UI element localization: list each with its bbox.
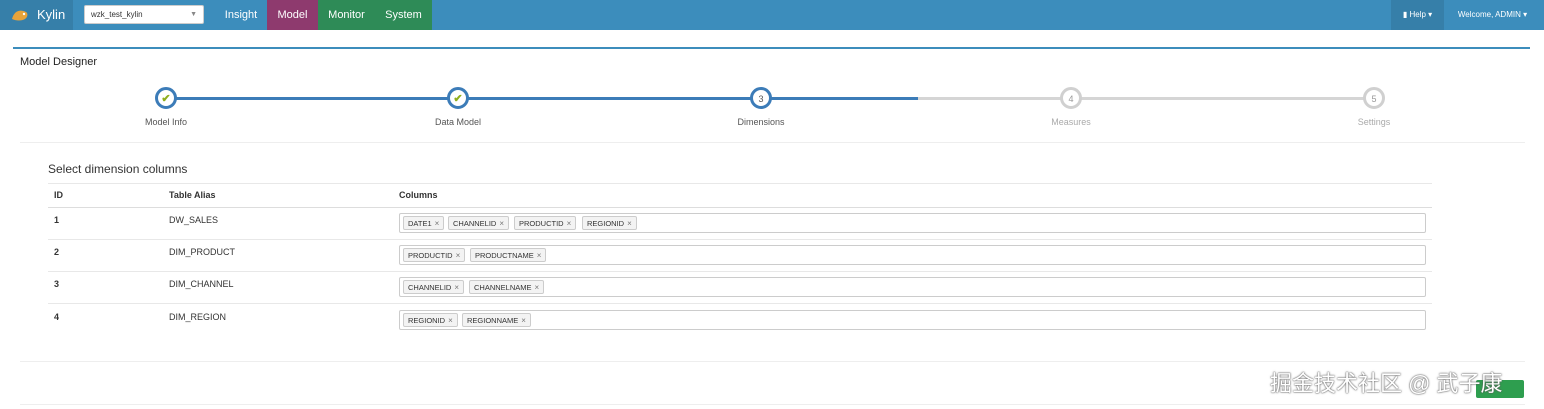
- row-1-columns-input[interactable]: DATE1 × CHANNELID × PRODUCTID × REGIONID ×: [399, 213, 1426, 233]
- column-tag[interactable]: CHANNELID ×: [403, 280, 465, 294]
- step-5-circle[interactable]: 5: [1363, 87, 1385, 109]
- row-4-id: 4: [54, 312, 60, 322]
- column-tag[interactable]: DATE1 ×: [403, 216, 445, 230]
- section-title: Select dimension columns: [48, 162, 188, 176]
- kylin-logo-icon: [12, 10, 28, 21]
- watermark: 掘金技术社区 @ 武子康: [1270, 371, 1503, 396]
- page-title: Model Designer: [20, 56, 98, 68]
- column-tag[interactable]: CHANNELNAME ×: [469, 280, 545, 294]
- header-columns: Columns: [399, 190, 438, 200]
- remove-icon[interactable]: ×: [567, 219, 572, 228]
- remove-icon[interactable]: ×: [627, 219, 632, 228]
- header-table-alias: Table Alias: [169, 190, 216, 200]
- remove-icon[interactable]: ×: [521, 316, 526, 325]
- remove-icon[interactable]: ×: [435, 219, 440, 228]
- step-3-circle[interactable]: 3: [750, 87, 772, 109]
- remove-icon[interactable]: ×: [499, 219, 504, 228]
- welcome-label: Welcome, ADMIN: [1457, 10, 1521, 19]
- caret-down-icon: ▾: [1523, 10, 1528, 19]
- step-1-check-icon[interactable]: ✔: [155, 87, 177, 109]
- tab-model[interactable]: Model: [267, 0, 318, 30]
- row-3-columns-input[interactable]: CHANNELID × CHANNELNAME ×: [399, 277, 1426, 297]
- row-2-id: 2: [54, 247, 60, 257]
- step-2-check-icon[interactable]: ✔: [447, 87, 469, 109]
- tab-monitor[interactable]: Monitor: [318, 0, 375, 30]
- row-2-columns-input[interactable]: PRODUCTID × PRODUCTNAME ×: [399, 245, 1426, 265]
- tab-insight[interactable]: Insight: [215, 0, 267, 30]
- help-menu[interactable]: ▮ Help ▾: [1391, 0, 1444, 30]
- remove-icon[interactable]: ×: [454, 283, 459, 292]
- column-tag[interactable]: PRODUCTID ×: [403, 248, 466, 262]
- user-menu[interactable]: Welcome, ADMIN ▾: [1450, 0, 1535, 30]
- column-tag[interactable]: REGIONNAME ×: [462, 313, 531, 327]
- column-tag[interactable]: REGIONID ×: [403, 313, 458, 327]
- remove-icon[interactable]: ×: [537, 251, 542, 260]
- remove-icon[interactable]: ×: [456, 251, 461, 260]
- tab-system[interactable]: System: [375, 0, 432, 30]
- step-4-label[interactable]: Measures: [1011, 117, 1131, 127]
- column-tag[interactable]: REGIONID ×: [582, 216, 637, 230]
- chevron-down-icon: ▼: [190, 11, 197, 18]
- row-1-alias: DW_SALES: [169, 215, 219, 225]
- column-tag[interactable]: CHANNELID ×: [448, 216, 510, 230]
- brand[interactable]: Kylin: [0, 0, 73, 30]
- column-tag[interactable]: PRODUCTID ×: [514, 216, 577, 230]
- row-3-alias: DIM_CHANNEL: [169, 279, 234, 289]
- stepper-remaining-line: [918, 97, 1374, 100]
- header-id: ID: [54, 190, 63, 200]
- project-select[interactable]: wzk_test_kylin ▼: [84, 5, 204, 24]
- caret-down-icon: ▾: [1428, 10, 1433, 19]
- step-3-label[interactable]: Dimensions: [701, 117, 821, 127]
- row-3-id: 3: [54, 279, 60, 289]
- divider: [20, 361, 1525, 362]
- step-5-label[interactable]: Settings: [1314, 117, 1434, 127]
- step-4-circle[interactable]: 4: [1060, 87, 1082, 109]
- remove-icon[interactable]: ×: [535, 283, 540, 292]
- row-divider: [48, 271, 1432, 272]
- row-divider: [48, 239, 1432, 240]
- column-tag[interactable]: PRODUCTNAME ×: [470, 248, 547, 262]
- row-2-alias: DIM_PRODUCT: [169, 247, 236, 257]
- table-top-border: [48, 183, 1432, 184]
- project-select-value: wzk_test_kylin: [91, 10, 143, 19]
- help-label: Help: [1409, 10, 1426, 19]
- row-divider: [48, 303, 1432, 304]
- header-border: [48, 207, 1432, 208]
- divider: [20, 142, 1525, 143]
- row-4-alias: DIM_REGION: [169, 312, 227, 322]
- remove-icon[interactable]: ×: [448, 316, 453, 325]
- step-1-label[interactable]: Model Info: [106, 117, 226, 127]
- row-4-columns-input[interactable]: REGIONID × REGIONNAME ×: [399, 310, 1426, 330]
- divider: [20, 404, 1525, 405]
- stepper-progress-line: [167, 97, 918, 100]
- brand-name: Kylin: [37, 7, 66, 22]
- row-1-id: 1: [54, 215, 60, 225]
- book-icon: ▮: [1402, 10, 1408, 19]
- step-2-label[interactable]: Data Model: [398, 117, 518, 127]
